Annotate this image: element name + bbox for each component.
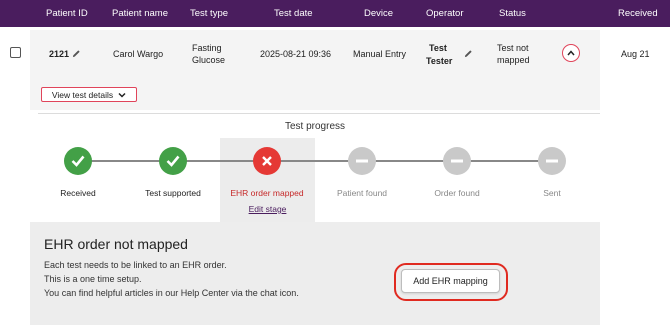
col-device[interactable]: Device [364,0,393,27]
patient-id-value: 2121 [49,49,70,59]
edit-operator-icon[interactable] [464,49,473,58]
col-patient-name[interactable]: Patient name [112,0,168,27]
step-label-sent: Sent [543,188,561,198]
col-operator[interactable]: Operator [426,0,464,27]
panel-text-line: Each test needs to be linked to an EHR o… [44,260,227,270]
col-test-type[interactable]: Test type [190,0,228,27]
view-test-details-button[interactable]: View test details [41,87,137,102]
progress-line [78,160,552,162]
panel-title: EHR order not mapped [44,236,188,252]
chevron-up-icon [567,50,575,56]
step-received-check-icon [64,147,92,175]
test-type-line1: Fasting [192,43,222,53]
view-test-details-label: View test details [51,89,114,100]
panel-text-line: This is a one time setup. [44,274,142,284]
step-label-received: Received [60,188,96,198]
test-type-line2: Glucose [192,55,226,65]
collapse-row-button[interactable] [562,44,580,62]
operator-line1: Test [429,43,447,53]
edit-patient-id-icon[interactable] [72,49,81,58]
panel-text-line: You can find helpful articles in our Hel… [44,288,299,298]
edit-stage-link[interactable]: Edit stage [230,204,305,214]
device-value: Manual Entry [353,49,407,59]
col-received[interactable]: Received [618,0,658,27]
patient-name-value[interactable]: Carol Wargo [113,49,163,59]
col-status[interactable]: Status [499,0,526,27]
step-label-patient-found: Patient found [336,188,388,198]
received-value: Aug 21 [621,49,650,59]
status-line1: Test not [497,43,529,53]
test-date-value: 2025-08-21 09:36 [260,49,332,59]
step-label-ehr-order-mapped: EHR order mapped [230,188,304,198]
step-label-order-found: Order found [434,188,480,198]
col-test-date[interactable]: Test date [274,0,313,27]
step-test-supported-check-icon [159,147,187,175]
operator-line2: Tester [426,56,453,66]
step-patient-found-pending-icon [348,147,376,175]
row-checkbox[interactable] [10,47,21,58]
table-header: Patient ID Patient name Test type Test d… [0,0,670,27]
step-sent-pending-icon [538,147,566,175]
col-patient-id[interactable]: Patient ID [46,0,88,27]
step-order-found-pending-icon [443,147,471,175]
status-line2: mapped [497,55,530,65]
progress-title: Test progress [284,121,346,132]
divider [38,113,600,114]
chevron-down-icon [118,92,126,98]
add-ehr-mapping-button[interactable]: Add EHR mapping [401,269,500,293]
step-ehr-order-error-icon [253,147,281,175]
